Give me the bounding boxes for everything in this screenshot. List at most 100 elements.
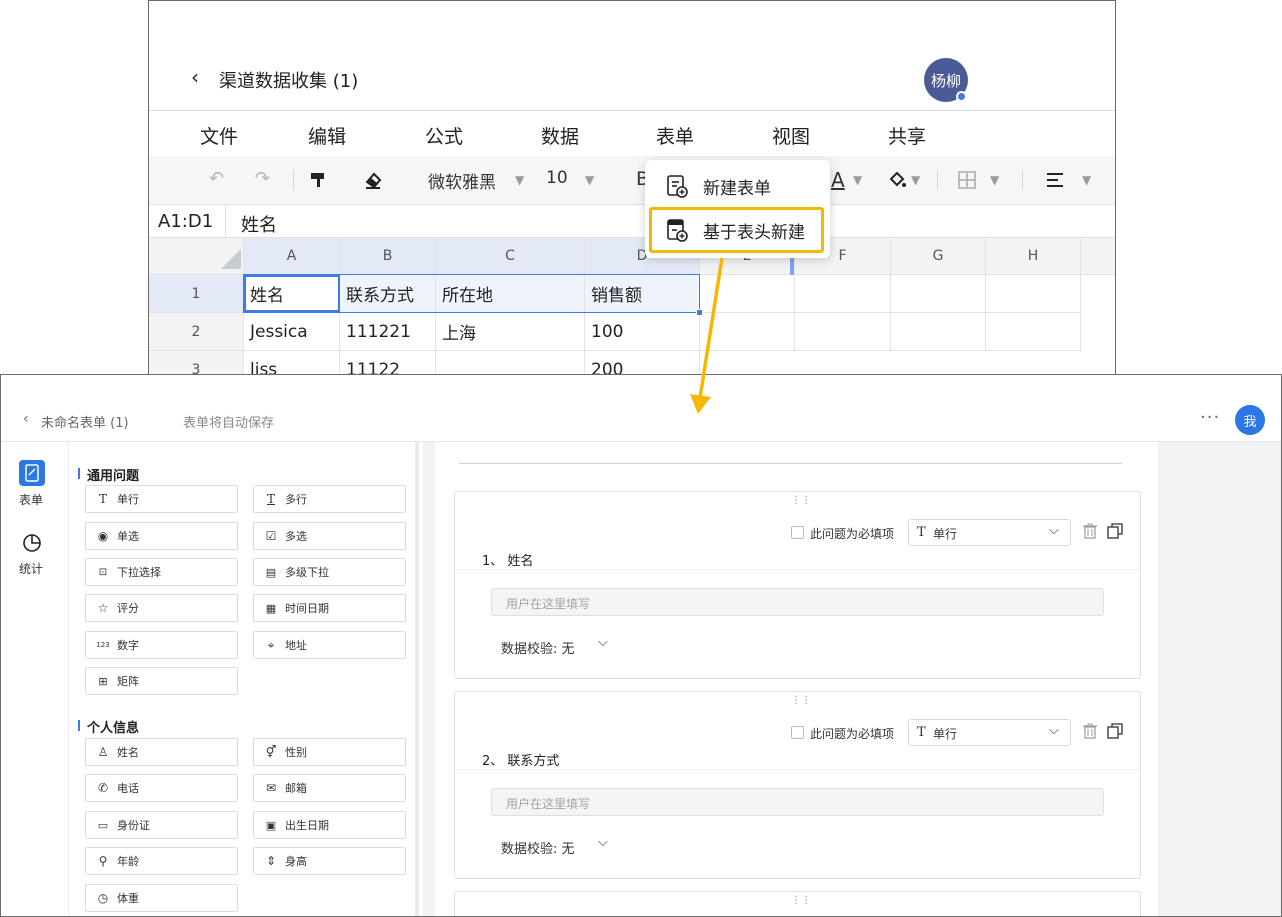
trash-icon[interactable] (1082, 723, 1098, 739)
more-icon[interactable]: ··· (1200, 407, 1220, 428)
redo-icon[interactable]: ↷ (255, 168, 270, 189)
chevron-down-icon[interactable]: ▼ (853, 173, 862, 187)
question-type-select[interactable]: T 单行 ⌵ (908, 719, 1071, 746)
copy-icon[interactable] (1107, 723, 1123, 739)
table-cell[interactable]: 100 (585, 313, 700, 351)
table-cell[interactable]: 销售额 (585, 275, 700, 313)
format-painter-icon[interactable] (309, 171, 327, 189)
menu-item-new-form[interactable]: 新建表单 (645, 164, 830, 208)
font-size-select[interactable]: 10 (546, 168, 568, 188)
menu-data[interactable]: 数据 (541, 122, 579, 149)
chevron-down-icon[interactable]: ▼ (585, 173, 594, 187)
table-cell[interactable]: 姓名 (244, 275, 340, 313)
column-header[interactable]: H (986, 238, 1081, 275)
table-cell[interactable]: 所在地 (436, 275, 585, 313)
avatar[interactable]: 我 (1235, 405, 1265, 435)
table-cell[interactable] (795, 275, 891, 313)
palette-item-name[interactable]: ♙ 姓名 (85, 738, 238, 766)
fill-handle[interactable] (696, 309, 703, 316)
menu-formula[interactable]: 公式 (425, 122, 463, 149)
form-title[interactable]: 未命名表单 (1) (41, 412, 129, 431)
palette-item-phone[interactable]: ✆ 电话 (85, 774, 238, 802)
palette-item-cascade-dropdown[interactable]: ▤ 多级下拉 (253, 558, 406, 586)
question-card[interactable]: ⋮⋮ (454, 891, 1141, 916)
font-color-button[interactable]: A (831, 168, 845, 192)
column-header[interactable]: A (244, 238, 340, 275)
menu-share[interactable]: 共享 (888, 122, 926, 149)
table-cell[interactable] (436, 351, 585, 375)
menu-form[interactable]: 表单 (656, 122, 694, 149)
palette-item-height[interactable]: ⇕ 身高 (253, 847, 406, 875)
chevron-left-icon[interactable]: ‹ (23, 411, 29, 427)
chevron-left-icon[interactable]: ‹ (191, 65, 199, 89)
row-header[interactable]: 2 (149, 313, 244, 351)
menu-file[interactable]: 文件 (200, 122, 238, 149)
column-header[interactable]: C (436, 238, 585, 275)
validation-select[interactable]: 数据校验: 无 (501, 838, 575, 857)
palette-item-age[interactable]: ⚲ 年龄 (85, 847, 238, 875)
table-cell[interactable] (986, 275, 1081, 313)
table-cell[interactable] (795, 313, 891, 351)
table-cell[interactable]: 111221 (340, 313, 436, 351)
palette-item-dropdown[interactable]: ⊡ 下拉选择 (85, 558, 238, 586)
menu-edit[interactable]: 编辑 (308, 122, 346, 149)
palette-item-weight[interactable]: ◷ 体重 (85, 884, 238, 912)
column-header[interactable]: G (891, 238, 986, 275)
palette-item-birthday[interactable]: ▣ 出生日期 (253, 811, 406, 839)
cell-reference[interactable]: A1:D1 (158, 211, 213, 232)
palette-item-email[interactable]: ✉ 邮箱 (253, 774, 406, 802)
table-cell[interactable]: 11122 (340, 351, 436, 375)
table-cell[interactable] (986, 313, 1081, 351)
align-icon[interactable] (1046, 171, 1064, 189)
drag-handle-icon[interactable]: ⋮⋮ (791, 696, 811, 706)
palette-item-single-line[interactable]: T 单行 (85, 485, 238, 513)
formula-input[interactable]: 姓名 (241, 211, 277, 237)
chevron-down-icon[interactable]: ▼ (990, 173, 999, 187)
row-header[interactable]: 1 (149, 275, 244, 313)
table-cell[interactable]: Jessica (244, 313, 340, 351)
pie-chart-icon[interactable] (19, 530, 45, 556)
palette-item-gender[interactable]: ⚥ 性别 (253, 738, 406, 766)
table-cell[interactable] (700, 313, 795, 351)
table-cell[interactable]: 联系方式 (340, 275, 436, 313)
borders-icon[interactable] (958, 171, 976, 189)
table-cell[interactable]: 上海 (436, 313, 585, 351)
drag-handle-icon[interactable]: ⋮⋮ (791, 896, 811, 906)
question-title[interactable]: 2、 联系方式 (482, 750, 559, 769)
palette-item-radio[interactable]: ◉ 单选 (85, 522, 238, 550)
palette-item-address[interactable]: ⌖ 地址 (253, 631, 406, 659)
chevron-down-icon[interactable]: ▼ (1082, 173, 1091, 187)
copy-icon[interactable] (1107, 523, 1123, 539)
chevron-down-icon[interactable]: ⌵ (598, 635, 608, 650)
table-cell[interactable] (700, 275, 795, 313)
eraser-icon[interactable] (363, 170, 383, 190)
palette-item-datetime[interactable]: ▦ 时间日期 (253, 594, 406, 622)
question-card[interactable]: ⋮⋮ 此问题为必填项 T 单行 ⌵ 1、 姓名 用户在这里填写 数据校验: 无 (454, 491, 1141, 679)
chevron-down-icon[interactable]: ▼ (515, 173, 524, 187)
chevron-down-icon[interactable]: ▼ (911, 173, 920, 187)
table-cell[interactable]: liss (244, 351, 340, 375)
trash-icon[interactable] (1082, 523, 1098, 539)
question-title[interactable]: 1、 姓名 (482, 550, 533, 569)
palette-item-multi-line[interactable]: T 多行 (253, 485, 406, 513)
palette-item-rating[interactable]: ☆ 评分 (85, 594, 238, 622)
row-header[interactable]: 3 (149, 351, 244, 375)
table-cell[interactable]: 200 (585, 351, 700, 375)
palette-item-number[interactable]: 123 数字 (85, 631, 238, 659)
table-cell[interactable] (891, 275, 986, 313)
select-all-corner[interactable] (149, 238, 244, 275)
rail-tab-stats[interactable]: 统计 (19, 560, 43, 577)
question-type-select[interactable]: T 单行 ⌵ (908, 519, 1071, 546)
table-cell[interactable] (891, 313, 986, 351)
fill-color-icon[interactable] (887, 170, 907, 190)
required-checkbox[interactable] (791, 526, 804, 539)
question-card[interactable]: ⋮⋮ 此问题为必填项 T 单行 ⌵ 2、 联系方式 用户在这里填写 数据校验: … (454, 691, 1141, 879)
undo-icon[interactable]: ↶ (209, 168, 224, 189)
rail-tab-form[interactable]: 表单 (19, 491, 43, 508)
palette-item-matrix[interactable]: ⊞ 矩阵 (85, 667, 238, 695)
validation-select[interactable]: 数据校验: 无 (501, 638, 575, 657)
menu-view[interactable]: 视图 (772, 122, 810, 149)
drag-handle-icon[interactable]: ⋮⋮ (791, 496, 811, 506)
required-checkbox[interactable] (791, 726, 804, 739)
palette-item-id-card[interactable]: ▭ 身份证 (85, 811, 238, 839)
